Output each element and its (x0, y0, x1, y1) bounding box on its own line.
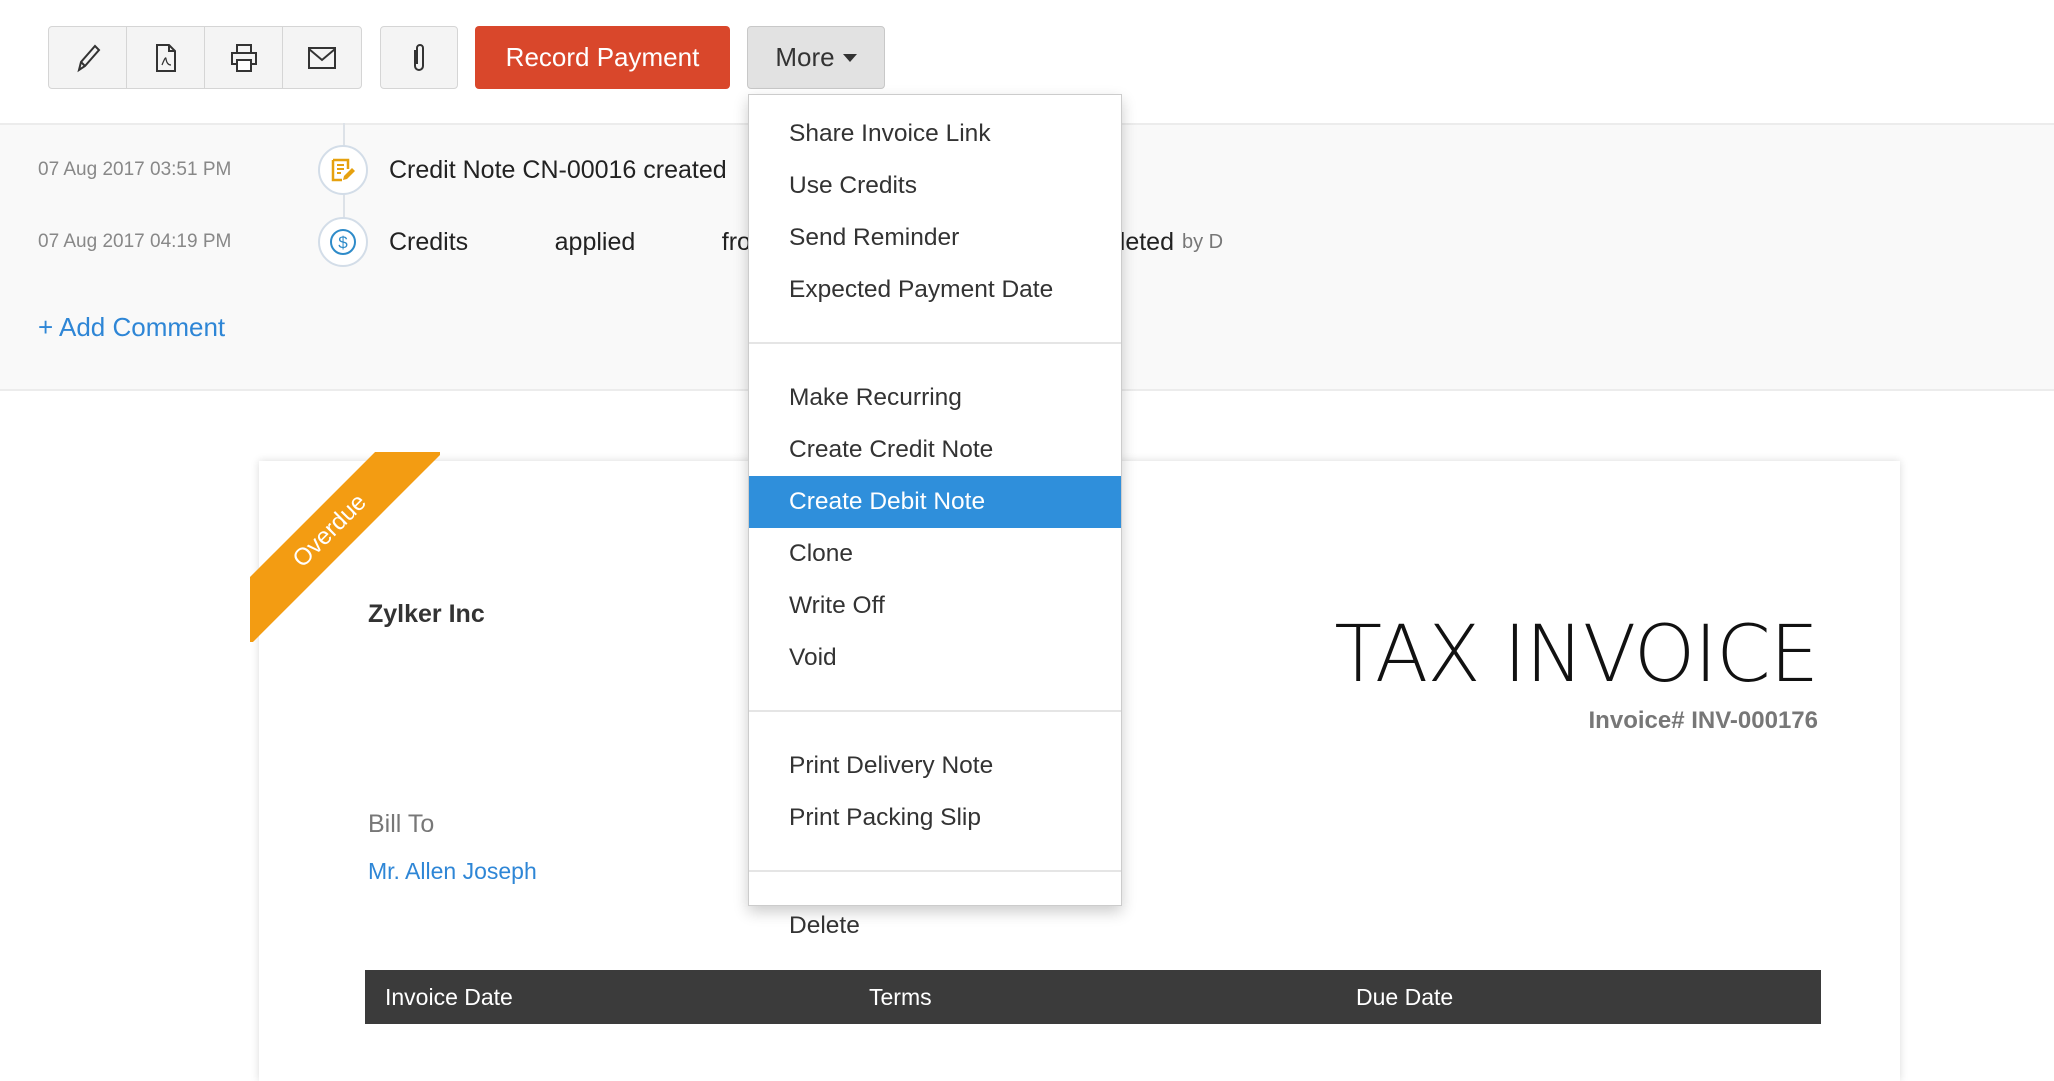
attach-button[interactable] (380, 26, 458, 89)
mail-icon (308, 46, 336, 69)
svg-text:$: $ (338, 233, 348, 252)
edit-button[interactable] (49, 27, 127, 88)
invoice-table-header: Invoice Date Terms Due Date (365, 970, 1821, 1024)
timeline-date: 07 Aug 2017 03:51 PM (38, 159, 232, 180)
bill-to-label: Bill To (368, 810, 435, 838)
add-comment-link[interactable]: + Add Comment (38, 312, 225, 343)
company-name: Zylker Inc (368, 600, 485, 628)
pdf-icon (155, 43, 176, 72)
menu-item-print-packing-slip[interactable]: Print Packing Slip (749, 792, 1121, 844)
column-header: Invoice Date (385, 984, 513, 1010)
pdf-button[interactable] (127, 27, 205, 88)
menu-item-use-credits[interactable]: Use Credits (749, 160, 1121, 212)
pencil-icon (76, 44, 100, 72)
menu-item-void[interactable]: Void (749, 632, 1121, 684)
menu-item-clone[interactable]: Clone (749, 528, 1121, 580)
email-button[interactable] (283, 27, 361, 88)
menu-item-print-delivery-note[interactable]: Print Delivery Note (749, 740, 1121, 792)
menu-item-create-credit-note[interactable]: Create Credit Note (749, 424, 1121, 476)
caret-down-icon (842, 53, 857, 62)
menu-item-create-debit-note[interactable]: Create Debit Note (749, 476, 1121, 528)
menu-divider (749, 870, 1121, 872)
document-actions (48, 26, 362, 89)
more-button[interactable]: More (747, 26, 885, 89)
timeline-date: 07 Aug 2017 04:19 PM (38, 231, 232, 252)
dollar-icon: $ (318, 217, 368, 267)
menu-item-expected-payment-date[interactable]: Expected Payment Date (749, 264, 1121, 316)
more-dropdown-menu: Share Invoice Link Use Credits Send Remi… (748, 94, 1122, 939)
customer-link[interactable]: Mr. Allen Joseph (368, 858, 537, 885)
column-header: Due Date (1356, 984, 1454, 1010)
printer-icon (230, 43, 257, 72)
invoice-number: Invoice# INV-000176 (1588, 707, 1818, 734)
timeline-text: Credit Note CN-00016 created (389, 155, 727, 184)
note-icon (318, 145, 368, 195)
paperclip-icon (414, 43, 424, 71)
timeline-author: by D (1182, 230, 1224, 253)
menu-item-send-reminder[interactable]: Send Reminder (749, 212, 1121, 264)
menu-item-share-invoice-link[interactable]: Share Invoice Link (749, 108, 1121, 160)
invoice-title: TAX INVOICE (1334, 610, 1819, 700)
menu-divider (749, 342, 1121, 344)
more-label: More (775, 42, 835, 72)
column-header: Terms (869, 984, 932, 1010)
record-payment-button[interactable]: Record Payment (475, 26, 730, 89)
menu-item-write-off[interactable]: Write Off (749, 580, 1121, 632)
menu-item-delete[interactable]: Delete (749, 900, 1121, 952)
menu-item-make-recurring[interactable]: Make Recurring (749, 372, 1121, 424)
print-button[interactable] (205, 27, 283, 88)
menu-divider (749, 710, 1121, 712)
